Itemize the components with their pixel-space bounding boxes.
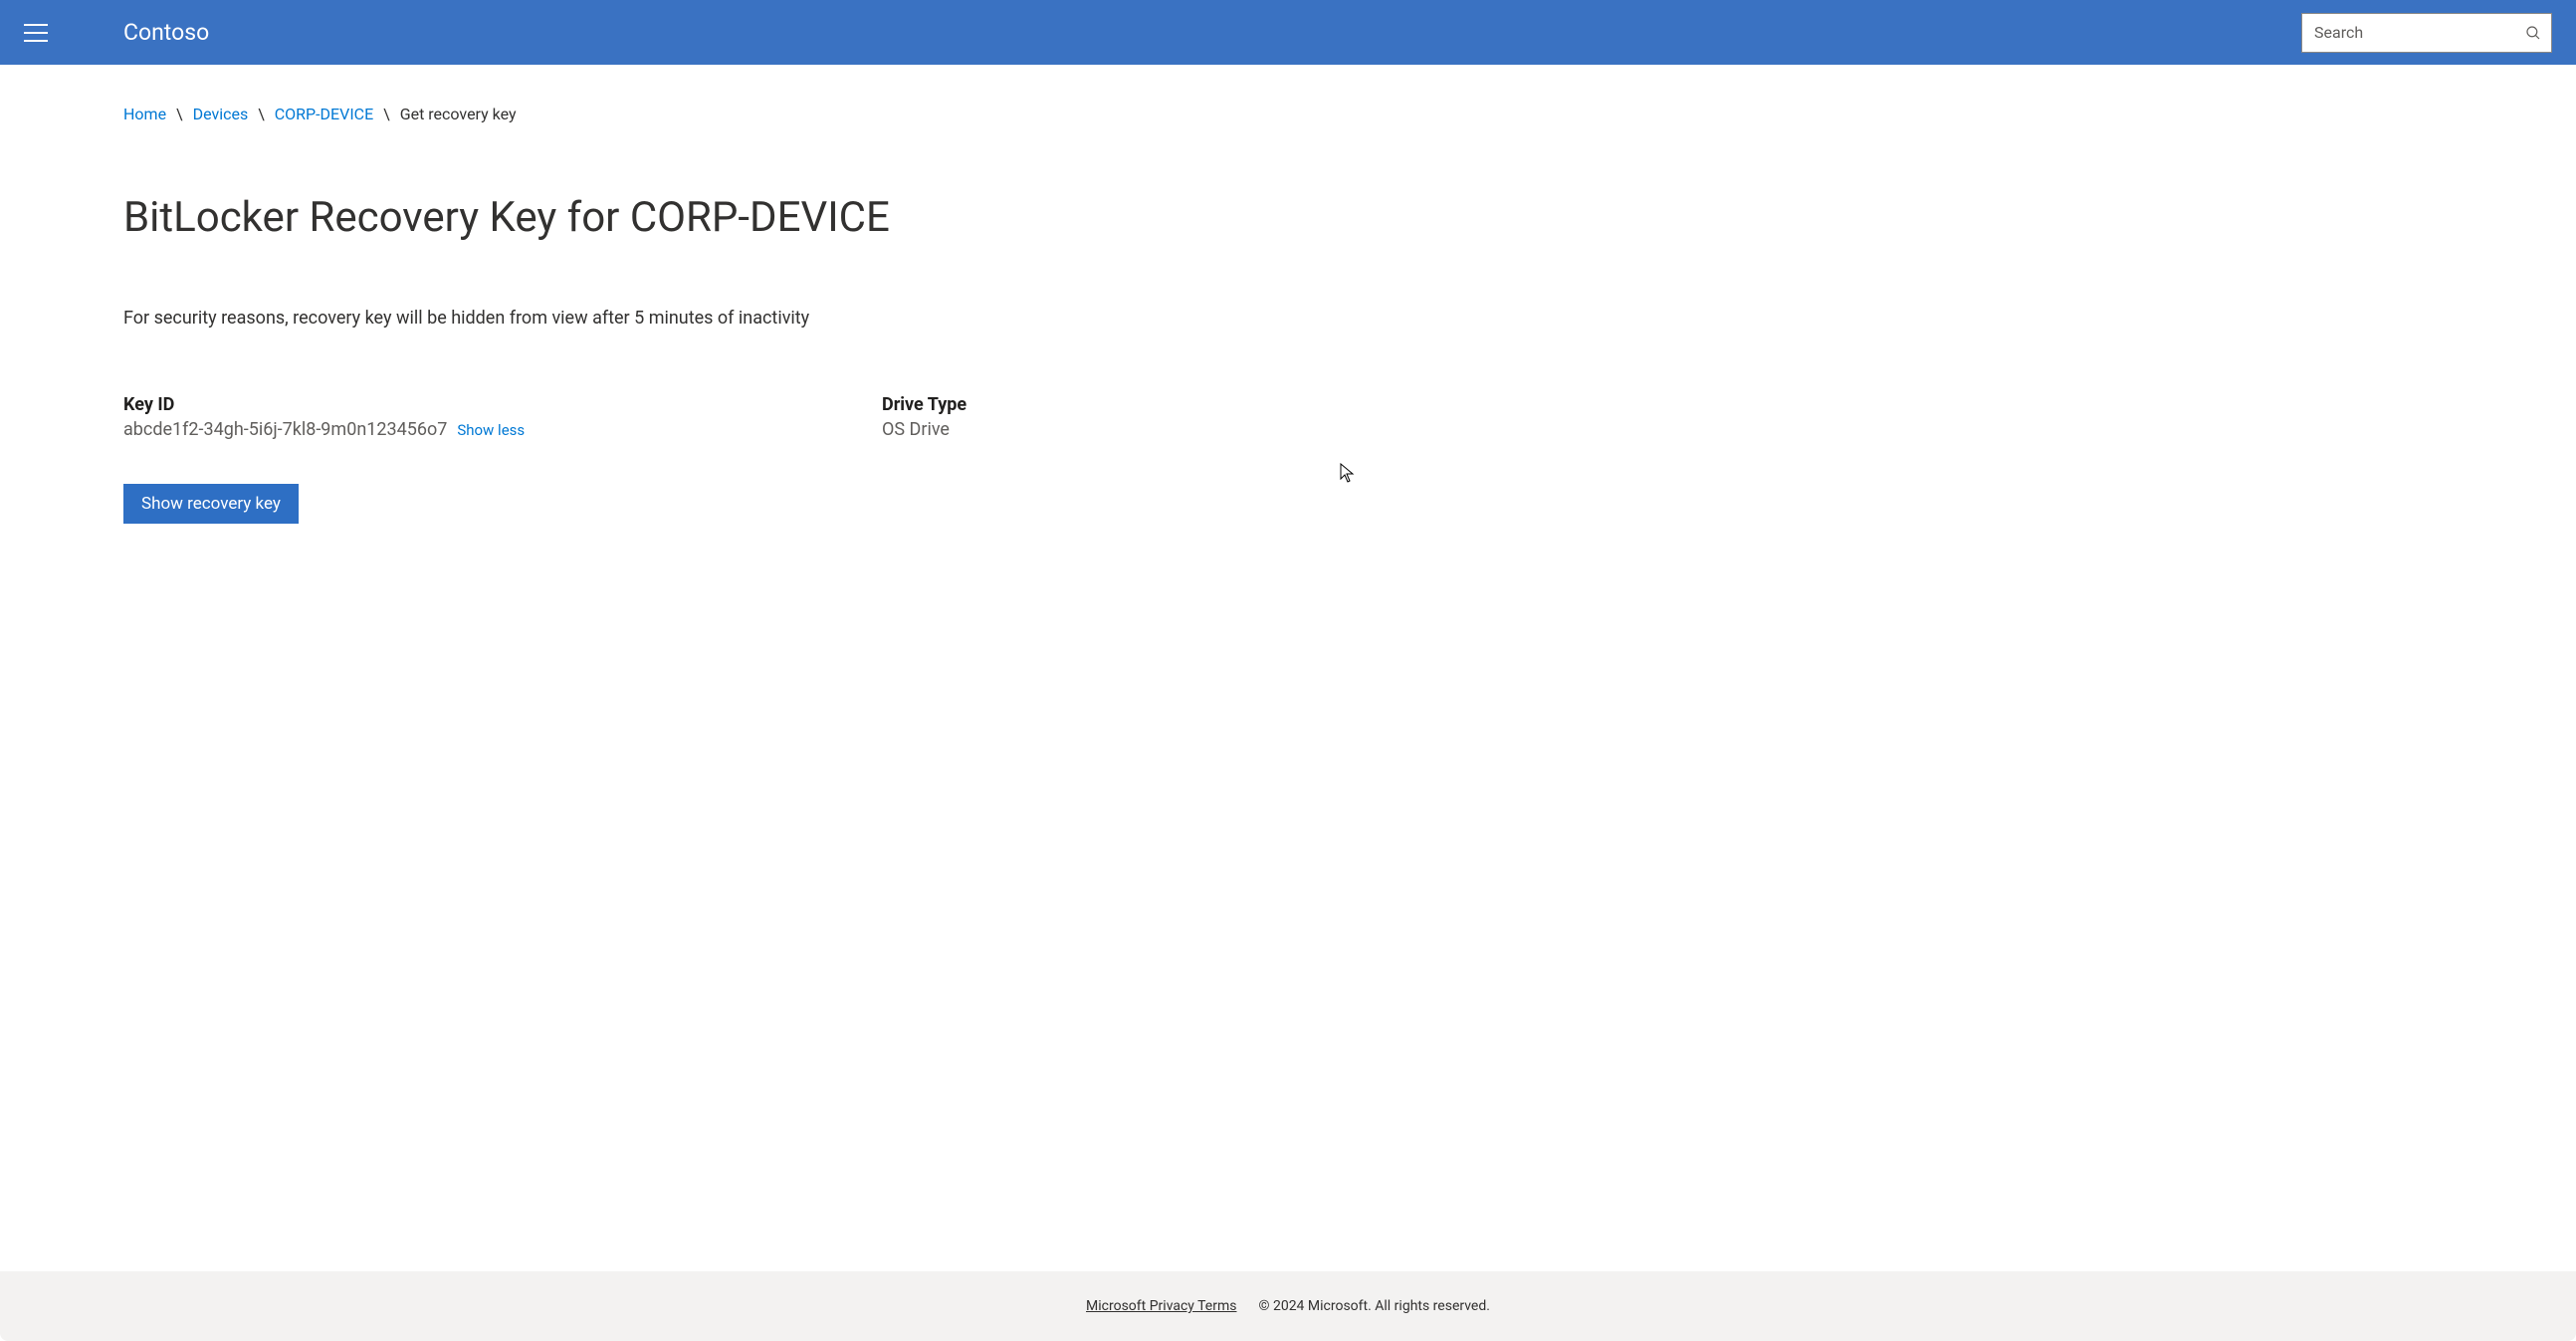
breadcrumb-separator: \ bbox=[383, 105, 390, 123]
brand-name: Contoso bbox=[123, 19, 209, 46]
privacy-terms-link[interactable]: Microsoft Privacy Terms bbox=[1086, 1298, 1236, 1314]
page-title: BitLocker Recovery Key for CORP-DEVICE bbox=[123, 193, 1250, 242]
drive-type-label: Drive Type bbox=[882, 394, 966, 415]
show-less-link[interactable]: Show less bbox=[457, 421, 525, 439]
breadcrumb-current: Get recovery key bbox=[400, 105, 517, 123]
top-header: Contoso bbox=[0, 0, 2576, 65]
key-id-block: Key ID abcde1f2-34gh-5i6j-7kl8-9m0n12345… bbox=[123, 394, 882, 440]
breadcrumb: Home \ Devices \ CORP-DEVICE \ Get recov… bbox=[123, 105, 1250, 123]
search-input[interactable] bbox=[2301, 13, 2552, 53]
security-notice: For security reasons, recovery key will … bbox=[123, 308, 1250, 329]
show-recovery-key-button[interactable]: Show recovery key bbox=[123, 484, 299, 524]
drive-type-value: OS Drive bbox=[882, 419, 966, 440]
hamburger-menu-button[interactable] bbox=[24, 24, 48, 42]
key-id-value: abcde1f2-34gh-5i6j-7kl8-9m0n123456o7 bbox=[123, 419, 447, 440]
breadcrumb-home[interactable]: Home bbox=[123, 105, 166, 123]
breadcrumb-separator: \ bbox=[176, 105, 183, 123]
breadcrumb-devices[interactable]: Devices bbox=[193, 105, 249, 123]
footer: Microsoft Privacy Terms © 2024 Microsoft… bbox=[0, 1271, 2576, 1341]
key-id-label: Key ID bbox=[123, 394, 882, 415]
breadcrumb-separator: \ bbox=[258, 105, 265, 123]
search-wrapper bbox=[2301, 13, 2552, 53]
main-content: Home \ Devices \ CORP-DEVICE \ Get recov… bbox=[0, 65, 1374, 524]
drive-type-block: Drive Type OS Drive bbox=[882, 394, 966, 440]
copyright-text: © 2024 Microsoft. All rights reserved. bbox=[1258, 1298, 1489, 1314]
details-row: Key ID abcde1f2-34gh-5i6j-7kl8-9m0n12345… bbox=[123, 394, 1250, 440]
breadcrumb-device-name[interactable]: CORP-DEVICE bbox=[275, 105, 373, 123]
